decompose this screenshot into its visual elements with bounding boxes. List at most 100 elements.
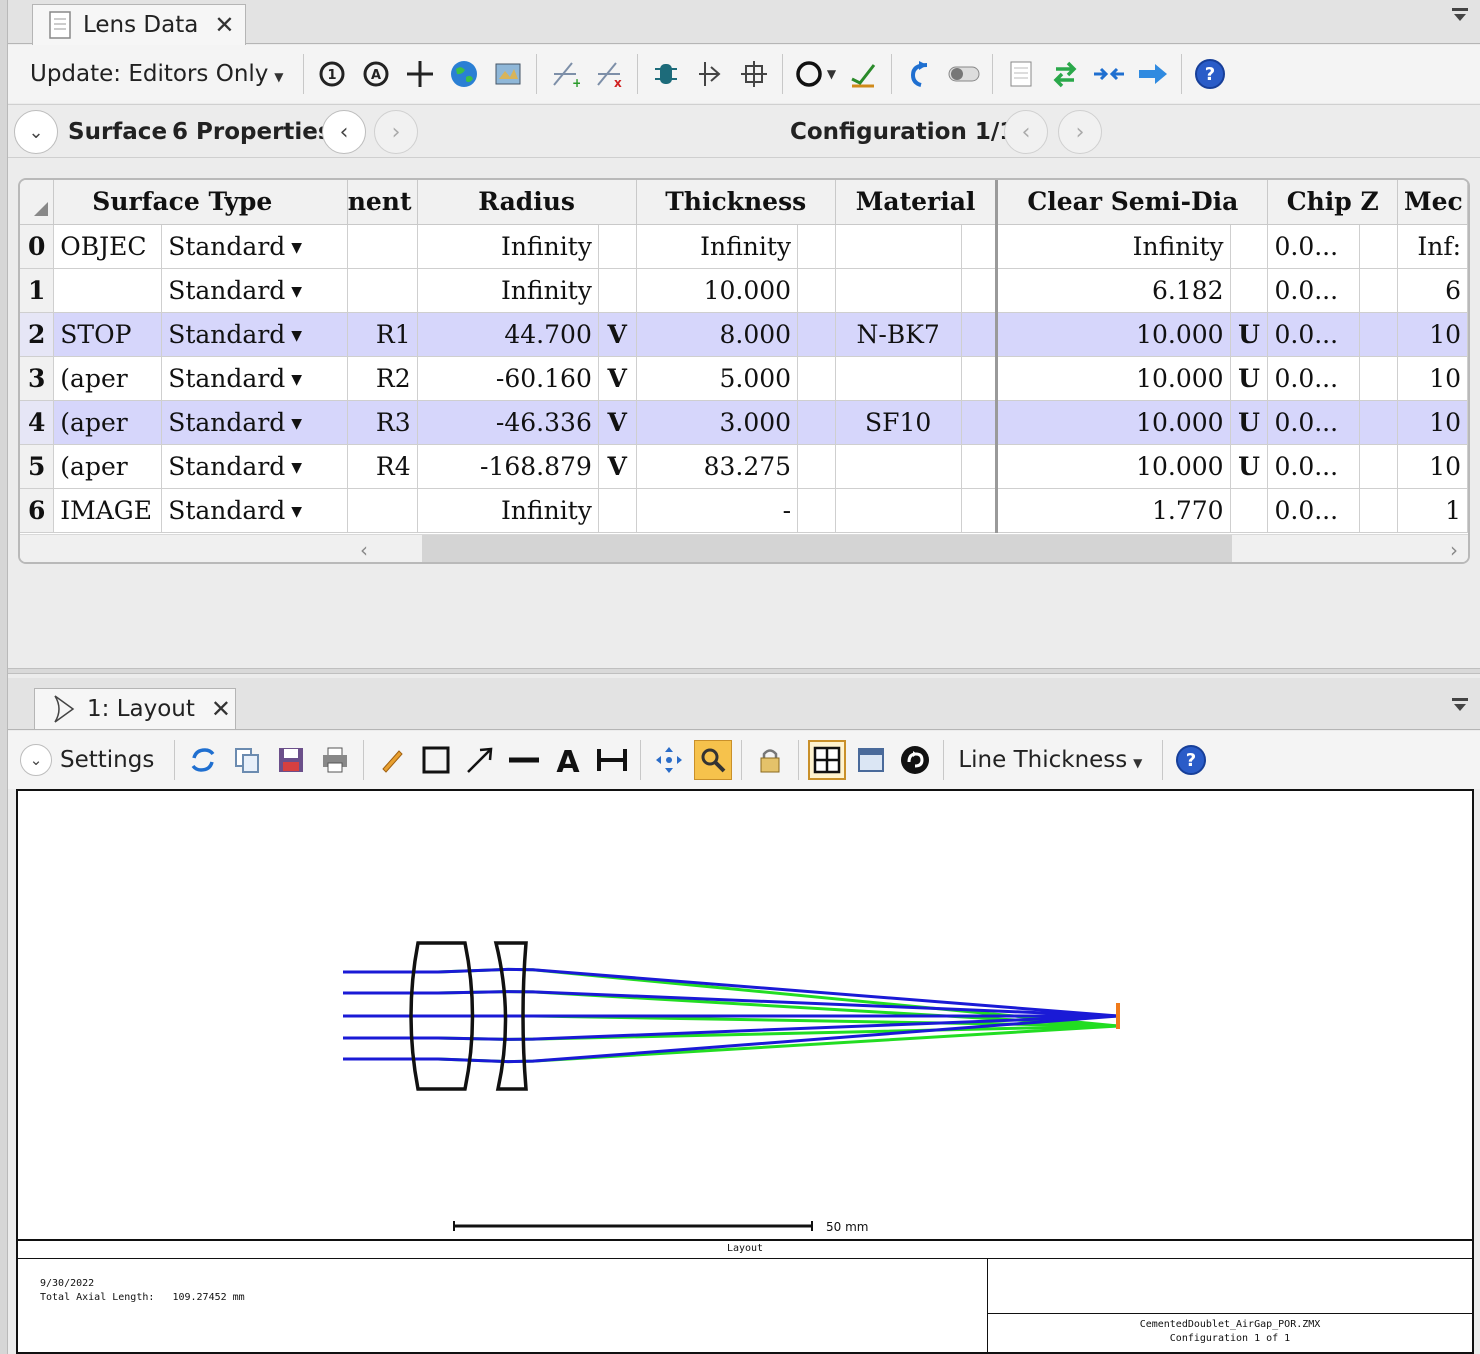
chip-zone-solve-cell[interactable] — [1359, 268, 1398, 313]
table-row[interactable]: 1 Standard ▼ Infinity 10.000 6.182 0.0... 6 — [20, 268, 1468, 313]
table-row[interactable]: 4 (aper Standard ▼ R3 -46.336 V 3.000 SF10 10.000… — [20, 400, 1468, 445]
close-icon[interactable]: ✕ — [214, 11, 234, 39]
column-header-clear-semi-dia[interactable]: Clear Semi-Dia — [996, 180, 1269, 225]
element-cell[interactable]: R2 — [347, 356, 418, 401]
table-row[interactable]: 3 (aper Standard ▼ R2 -60.160 V 5.000 10.000 U 0.0… — [20, 356, 1468, 401]
thickness-cell[interactable]: 10.000 — [636, 268, 799, 313]
material-cell[interactable] — [835, 488, 962, 533]
grid-icon[interactable] — [735, 54, 773, 94]
pen-check-icon[interactable] — [844, 54, 882, 94]
horizontal-scrollbar[interactable]: ‹ › — [20, 534, 1468, 562]
thickness-solve-cell[interactable] — [797, 444, 836, 489]
select-all-corner[interactable] — [20, 180, 55, 225]
insert-surface-icon[interactable]: + — [546, 54, 584, 94]
delete-surface-icon[interactable]: x — [590, 54, 628, 94]
radius-solve-cell[interactable] — [598, 224, 637, 269]
chip-zone-solve-cell[interactable] — [1359, 400, 1398, 445]
settings-label[interactable]: Settings — [60, 747, 154, 773]
fit-view-icon[interactable] — [808, 740, 847, 780]
mech-semi-dia-cell[interactable]: 10 — [1397, 312, 1468, 357]
thickness-cell[interactable]: 8.000 — [636, 312, 799, 357]
chip-zone-solve-cell[interactable] — [1359, 312, 1398, 357]
radius-solve-cell[interactable]: V — [598, 444, 637, 489]
semi-diameter-cell[interactable]: 1.770 — [996, 488, 1231, 533]
panel-menu-icon[interactable] — [1452, 698, 1470, 714]
mech-semi-dia-cell[interactable]: 10 — [1397, 444, 1468, 489]
mech-semi-dia-cell[interactable]: 10 — [1397, 356, 1468, 401]
next-surface-button[interactable]: › — [374, 110, 418, 154]
help-icon[interactable]: ? — [1172, 740, 1210, 780]
semi-diameter-solve-cell[interactable]: U — [1230, 312, 1269, 357]
radius-solve-cell[interactable]: V — [598, 356, 637, 401]
column-header-mech-semi-dia[interactable]: Mec — [1397, 180, 1468, 225]
zoom-icon[interactable] — [694, 740, 733, 780]
thickness-solve-cell[interactable] — [797, 400, 836, 445]
close-icon[interactable]: ✕ — [211, 695, 231, 723]
column-header-material[interactable]: Material — [835, 180, 999, 225]
radius-cell[interactable]: Infinity — [417, 268, 599, 313]
material-solve-cell[interactable] — [961, 268, 999, 313]
chip-zone-cell[interactable]: 0.0... — [1267, 488, 1361, 533]
surface-type-cell[interactable]: Standard ▼ — [161, 312, 348, 357]
surface-type-cell[interactable]: Standard ▼ — [161, 224, 348, 269]
surface-type-cell[interactable]: Standard ▼ — [161, 400, 348, 445]
map-icon[interactable] — [489, 54, 527, 94]
crosshair-icon[interactable] — [401, 54, 439, 94]
surface-type-cell[interactable]: Standard ▼ — [161, 444, 348, 489]
radius-solve-cell[interactable] — [598, 488, 637, 533]
table-row[interactable]: 2 STOP Standard ▼ R1 44.700 V 8.000 N-BK7 10.000 U… — [20, 312, 1468, 357]
prev-surface-button[interactable]: ‹ — [322, 110, 366, 154]
comment-cell[interactable]: (aper — [53, 400, 163, 445]
tab-layout[interactable]: 1: Layout ✕ — [34, 688, 236, 729]
semi-diameter-cell[interactable]: Infinity — [996, 224, 1231, 269]
surface-type-cell[interactable]: Standard ▼ — [161, 268, 348, 313]
undo-icon[interactable] — [901, 54, 939, 94]
chip-zone-solve-cell[interactable] — [1359, 356, 1398, 401]
radius-cell[interactable]: 44.700 — [417, 312, 599, 357]
thickness-cell[interactable]: 83.275 — [636, 444, 799, 489]
material-solve-cell[interactable] — [961, 312, 999, 357]
save-icon[interactable] — [272, 740, 310, 780]
table-row[interactable]: 6 IMAGE Standard ▼ Infinity - 1.770 0.0... 1 — [20, 488, 1468, 533]
pan-icon[interactable] — [650, 740, 688, 780]
material-solve-cell[interactable] — [961, 224, 999, 269]
semi-diameter-solve-cell[interactable]: U — [1230, 400, 1269, 445]
column-header-radius[interactable]: Radius — [417, 180, 637, 225]
semi-diameter-solve-cell[interactable]: U — [1230, 356, 1269, 401]
expand-properties-button[interactable]: ⌄ — [14, 110, 58, 154]
table-row[interactable]: 5 (aper Standard ▼ R4 -168.879 V 83.275 10.000 U 0… — [20, 444, 1468, 489]
chip-zone-solve-cell[interactable] — [1359, 444, 1398, 489]
panel-menu-icon[interactable] — [1452, 8, 1470, 24]
chevron-down-icon[interactable]: ▼ — [291, 372, 302, 388]
panel-splitter[interactable] — [8, 668, 1480, 674]
toggle-icon[interactable] — [945, 54, 983, 94]
arrow-stop-icon[interactable] — [691, 54, 729, 94]
prev-configuration-button[interactable]: ‹ — [1004, 110, 1048, 154]
radius-solve-cell[interactable]: V — [598, 400, 637, 445]
chip-zone-cell[interactable]: 0.0... — [1267, 312, 1361, 357]
thickness-solve-cell[interactable] — [797, 268, 836, 313]
surface-number[interactable]: 0 — [20, 224, 55, 269]
material-solve-cell[interactable] — [961, 356, 999, 401]
surface-number[interactable]: 4 — [20, 400, 55, 445]
thickness-solve-cell[interactable] — [797, 356, 836, 401]
chip-zone-cell[interactable]: 0.0... — [1267, 224, 1361, 269]
comment-cell[interactable]: (aper — [53, 444, 163, 489]
next-configuration-button[interactable]: › — [1058, 110, 1102, 154]
surface-type-cell[interactable]: Standard ▼ — [161, 488, 348, 533]
mech-semi-dia-cell[interactable]: 1 — [1397, 488, 1468, 533]
surface-number[interactable]: 1 — [20, 268, 55, 313]
radius-cell[interactable]: Infinity — [417, 488, 599, 533]
chip-zone-cell[interactable]: 0.0... — [1267, 400, 1361, 445]
semi-diameter-solve-cell[interactable] — [1230, 224, 1269, 269]
comment-cell[interactable]: (aper — [53, 356, 163, 401]
semi-diameter-cell[interactable]: 10.000 — [996, 400, 1231, 445]
pencil-icon[interactable] — [373, 740, 411, 780]
material-cell[interactable] — [835, 356, 962, 401]
surface-number[interactable]: 6 — [20, 488, 55, 533]
element-cell[interactable]: R3 — [347, 400, 418, 445]
rectangle-icon[interactable] — [417, 740, 455, 780]
material-solve-cell[interactable] — [961, 444, 999, 489]
chip-zone-solve-cell[interactable] — [1359, 488, 1398, 533]
update-icon[interactable] — [184, 740, 222, 780]
